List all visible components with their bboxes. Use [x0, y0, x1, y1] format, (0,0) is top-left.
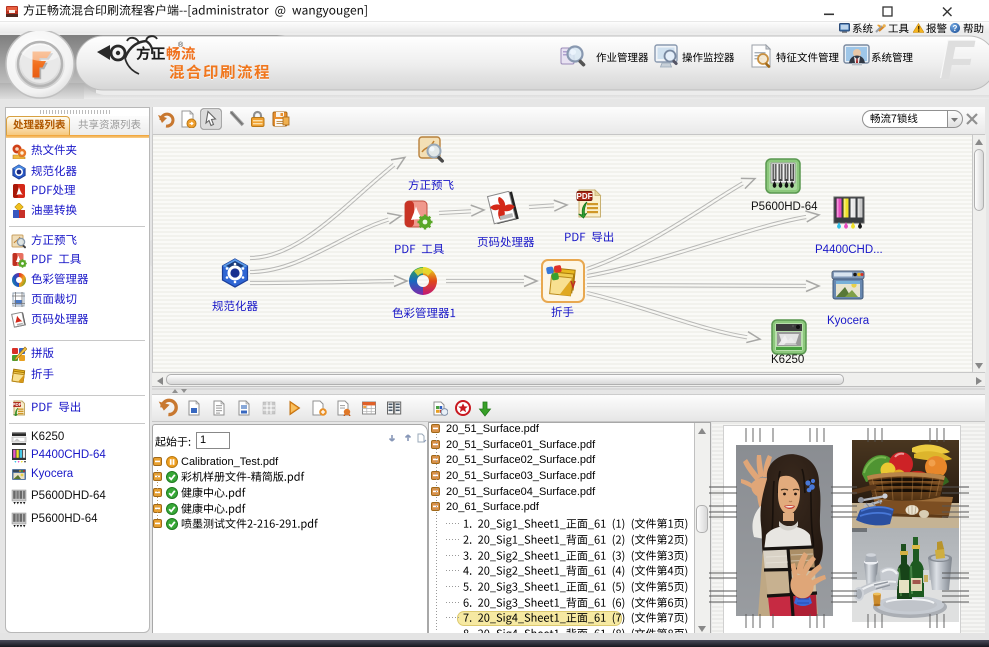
svg-text:PDF: PDF	[13, 402, 22, 407]
svg-text:PDF: PDF	[577, 192, 593, 201]
